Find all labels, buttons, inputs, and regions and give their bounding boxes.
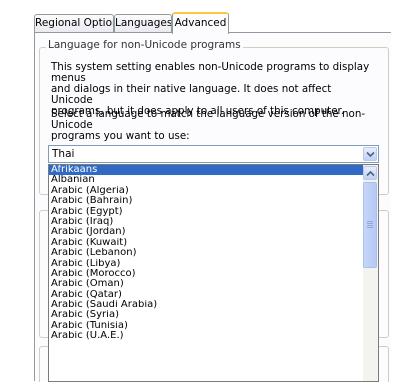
- list-item[interactable]: Arabic (Algeria): [49, 186, 363, 196]
- chevron-down-icon[interactable]: [363, 147, 377, 161]
- grip-line: [367, 221, 373, 222]
- language-dropdown-list[interactable]: Afrikaans Albanian Arabic (Algeria) Arab…: [48, 164, 379, 382]
- language-combobox[interactable]: Thai: [48, 145, 379, 163]
- prompt-text: Select a language to match the language …: [51, 109, 376, 142]
- list-item[interactable]: Afrikaans: [49, 165, 363, 176]
- dropdown-items: Afrikaans Albanian Arabic (Algeria) Arab…: [49, 165, 363, 342]
- list-item[interactable]: Arabic (Qatar): [49, 290, 363, 300]
- list-item[interactable]: Arabic (Libya): [49, 259, 363, 269]
- grip-line: [367, 223, 373, 224]
- list-item[interactable]: Arabic (Saudi Arabia): [49, 300, 363, 310]
- scrollbar-thumb[interactable]: [363, 182, 377, 268]
- group-legend: Language for non-Unicode programs: [46, 39, 243, 51]
- list-item[interactable]: Arabic (Tunisia): [49, 321, 363, 331]
- combo-value: Thai: [52, 148, 75, 160]
- grip-line: [367, 225, 373, 226]
- list-item[interactable]: Arabic (Lebanon): [49, 248, 363, 258]
- list-item[interactable]: Arabic (U.A.E.): [49, 331, 363, 341]
- list-item[interactable]: Arabic (Kuwait): [49, 238, 363, 248]
- prompt-line: Select a language to match the language …: [51, 108, 366, 131]
- tab-advanced[interactable]: Advanced: [172, 12, 229, 34]
- list-item[interactable]: Arabic (Iraq): [49, 217, 363, 227]
- list-item[interactable]: Arabic (Egypt): [49, 207, 363, 217]
- chevron-up-icon[interactable]: [363, 166, 377, 180]
- list-item[interactable]: Arabic (Syria): [49, 310, 363, 320]
- tab-regional-options[interactable]: Regional Options: [34, 14, 114, 32]
- list-item[interactable]: Arabic (Bahrain): [49, 196, 363, 206]
- prompt-line: programs you want to use:: [51, 130, 190, 142]
- list-item[interactable]: Arabic (Oman): [49, 279, 363, 289]
- dropdown-scrollbar[interactable]: [363, 165, 378, 381]
- grip-line: [367, 227, 373, 228]
- description-line: This system setting enables non-Unicode …: [51, 61, 370, 84]
- regional-settings-dialog: Regional Options Languages Advanced Lang…: [0, 0, 394, 382]
- list-item[interactable]: Albanian: [49, 175, 363, 185]
- list-item[interactable]: Arabic (Jordan): [49, 227, 363, 237]
- tab-languages[interactable]: Languages: [114, 14, 172, 32]
- description-line: and dialogs in their native language. It…: [51, 83, 332, 106]
- list-item[interactable]: Arabic (Morocco): [49, 269, 363, 279]
